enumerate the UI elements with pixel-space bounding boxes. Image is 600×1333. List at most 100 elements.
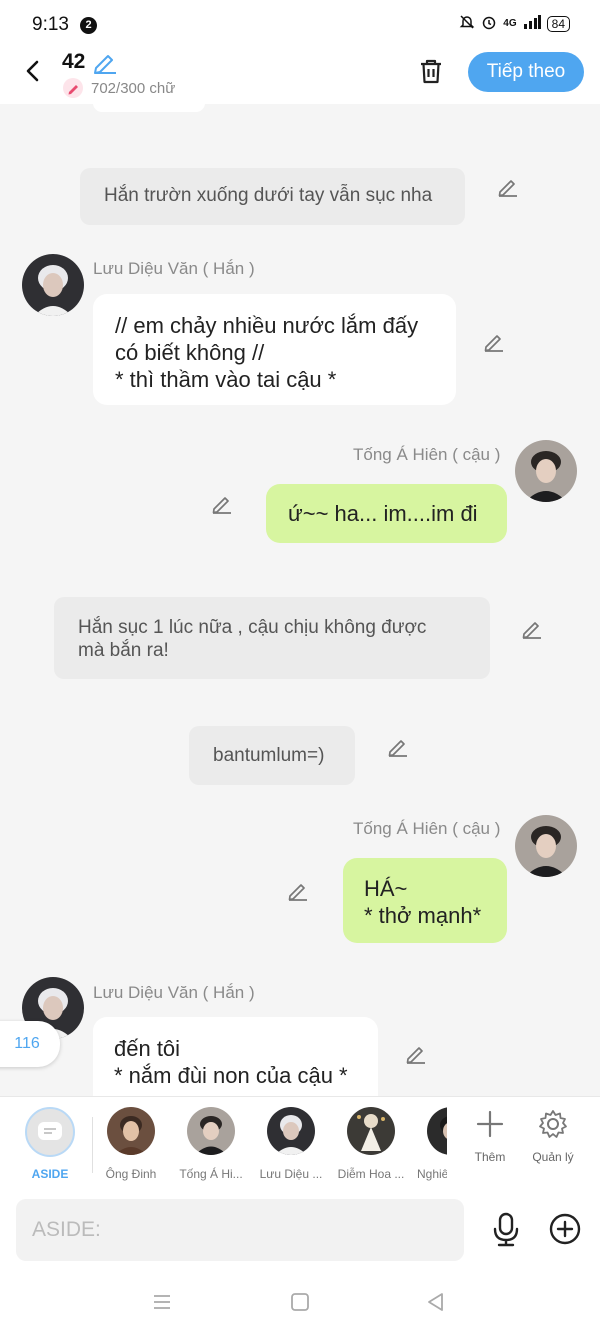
chat-area[interactable]: Hắn trườn xuống dưới tay vẫn sục nha Lưu… xyxy=(0,104,600,1096)
character-portrait-icon xyxy=(347,1107,395,1155)
microphone-icon xyxy=(493,1212,519,1247)
narration-message[interactable]: Hắn trườn xuống dưới tay vẫn sục nha xyxy=(80,168,465,225)
gear-icon xyxy=(539,1110,567,1138)
edit-title-button[interactable] xyxy=(92,50,118,74)
delete-button[interactable] xyxy=(416,56,446,86)
status-indicators: 4G 84 xyxy=(459,14,570,33)
character-portrait-icon xyxy=(107,1107,155,1155)
triangle-back-icon xyxy=(428,1293,443,1311)
message-line: có biết không // xyxy=(115,340,265,365)
previous-message-bubble xyxy=(93,104,205,112)
status-time: 9:13 xyxy=(32,14,69,35)
story-title-number: 42 xyxy=(62,50,86,73)
message-input[interactable] xyxy=(16,1199,464,1261)
character-portrait-icon xyxy=(515,815,577,877)
character-portrait-icon xyxy=(267,1107,315,1155)
menu-button[interactable] xyxy=(150,1290,174,1314)
character-luu-dieu-van[interactable]: Lưu Diệu ... xyxy=(251,1107,331,1181)
speaker-name: Lưu Diệu Văn ( Hắn ) xyxy=(93,983,255,1002)
character-portrait-icon xyxy=(187,1107,235,1155)
back-button[interactable] xyxy=(18,56,48,86)
add-character-button[interactable]: Thêm xyxy=(460,1109,520,1164)
avatar xyxy=(107,1107,155,1155)
word-count-icon xyxy=(63,78,83,98)
edit-message-button[interactable] xyxy=(520,616,544,640)
tool-label: Thêm xyxy=(474,1150,506,1164)
chevron-left-icon xyxy=(26,60,39,82)
menu-lines-icon xyxy=(154,1295,170,1309)
message-bubble[interactable]: ứ~~ ha... im....im đi xyxy=(266,484,507,543)
editor-header: 42 702/300 chữ Tiếp theo xyxy=(0,48,600,104)
edit-message-button[interactable] xyxy=(386,734,410,758)
character-diem-hoa[interactable]: Diễm Hoa ... xyxy=(331,1107,411,1181)
next-button[interactable]: Tiếp theo xyxy=(468,52,584,92)
message-line: ứ~~ ha... im....im đi xyxy=(288,501,478,526)
signal-strength-icon xyxy=(523,15,541,32)
edit-message-button[interactable] xyxy=(404,1041,428,1065)
avatar-tong-a-hien[interactable] xyxy=(515,815,577,877)
status-bar: 9:13 2 4G 84 xyxy=(0,0,600,48)
edit-message-button[interactable] xyxy=(482,329,506,353)
signal-4g-label: 4G xyxy=(503,18,517,29)
character-nghiem[interactable]: Nghiê xyxy=(411,1107,447,1181)
narration-message[interactable]: bantumlum=) xyxy=(189,726,355,785)
speaker-name: Tống Á Hiên ( cậu ) xyxy=(353,819,501,838)
avatar-luu-dieu-van[interactable] xyxy=(22,254,84,316)
character-name: Nghiê xyxy=(417,1167,447,1181)
message-line: * nắm đùi non của cậu * xyxy=(114,1063,348,1088)
character-name: Lưu Diệu ... xyxy=(259,1167,323,1181)
message-line: HÁ~ xyxy=(364,876,408,901)
character-portrait-icon xyxy=(515,440,577,502)
composer-bar xyxy=(0,1190,600,1270)
speaker-name: Lưu Diệu Văn ( Hắn ) xyxy=(93,259,255,278)
message-line: * thì thầm vào tai cậu * xyxy=(115,367,337,392)
character-name: Tống Á Hi... xyxy=(179,1167,243,1181)
alarm-clock-icon xyxy=(481,14,497,33)
narration-line: mà bắn ra! xyxy=(78,640,169,661)
message-line: // em chảy nhiều nước lắm đấy xyxy=(115,313,419,338)
narration-message[interactable]: Hắn sục 1 lúc nữa , cậu chịu không được … xyxy=(54,597,490,679)
message-bubble[interactable]: HÁ~ * thở mạnh* xyxy=(343,858,507,943)
add-attachment-button[interactable] xyxy=(548,1212,582,1246)
pencil-icon xyxy=(484,335,503,352)
aside-avatar xyxy=(25,1107,75,1157)
word-count: 702/300 chữ xyxy=(91,80,176,97)
avatar xyxy=(427,1107,447,1155)
narration-line: Hắn sục 1 lúc nữa , cậu chịu không được xyxy=(78,617,427,638)
square-home-icon xyxy=(291,1293,309,1311)
edit-message-button[interactable] xyxy=(286,878,310,902)
home-button[interactable] xyxy=(288,1290,312,1314)
character-portrait-icon xyxy=(427,1107,447,1155)
message-count-badge[interactable]: 116 xyxy=(0,1021,60,1067)
tool-label: Quản lý xyxy=(532,1150,574,1164)
pencil-icon xyxy=(406,1047,425,1064)
chat-bubble-icon xyxy=(38,1122,62,1140)
character-aside[interactable]: ASIDE xyxy=(10,1107,90,1181)
pencil-icon xyxy=(94,55,116,74)
speaker-name: Tống Á Hiên ( cậu ) xyxy=(353,445,501,464)
pencil-icon xyxy=(522,622,541,639)
narration-text: Hắn trườn xuống dưới tay vẫn sục nha xyxy=(104,185,433,206)
pencil-icon xyxy=(212,497,231,514)
trash-icon xyxy=(421,59,441,84)
battery-level: 84 xyxy=(546,15,570,32)
edit-message-button[interactable] xyxy=(210,491,234,515)
edit-message-button[interactable] xyxy=(496,174,520,198)
manage-characters-button[interactable]: Quản lý xyxy=(523,1109,583,1164)
character-tong-a-hien[interactable]: Tống Á Hi... xyxy=(171,1107,251,1181)
message-line: đến tôi xyxy=(114,1036,181,1061)
plus-icon xyxy=(476,1110,504,1138)
message-bubble[interactable]: // em chảy nhiều nước lắm đấy có biết kh… xyxy=(93,294,456,405)
message-line: * thở mạnh* xyxy=(364,903,482,928)
mute-bell-icon xyxy=(459,14,475,33)
voice-input-button[interactable] xyxy=(490,1212,522,1248)
back-nav-button[interactable] xyxy=(424,1290,448,1314)
character-name: Diễm Hoa ... xyxy=(337,1167,405,1181)
character-ong-dinh[interactable]: Ông Đinh xyxy=(91,1107,171,1181)
avatar-tong-a-hien[interactable] xyxy=(515,440,577,502)
character-name: ASIDE xyxy=(31,1167,69,1181)
character-portrait-icon xyxy=(22,254,84,316)
avatar xyxy=(347,1107,395,1155)
system-navigation-bar xyxy=(0,1270,600,1333)
message-bubble[interactable]: đến tôi * nắm đùi non của cậu * xyxy=(93,1017,378,1096)
